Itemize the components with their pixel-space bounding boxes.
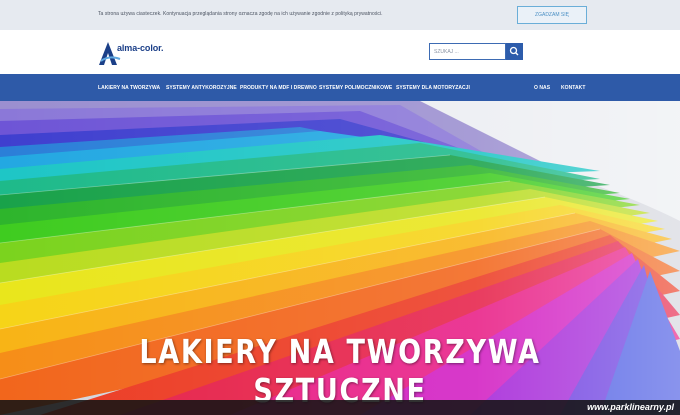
nav-item-produkty-na-mdf[interactable]: PRODUKTY NA MDF I DREWNO (240, 85, 317, 91)
nav-item-lakiery-na-tworzywa[interactable]: LAKIERY NA TWORZYWA (98, 85, 160, 91)
logo-text[interactable]: alma-color. (117, 43, 164, 53)
search-input[interactable] (429, 43, 506, 60)
polish-flag-icon[interactable] (537, 49, 547, 56)
nav-item-systemy-polimocznikowe[interactable]: SYSTEMY POLIMOCZNIKOWE (319, 85, 392, 91)
accept-cookies-button[interactable]: ZGADZAM SIĘ (517, 6, 587, 24)
cookie-notice-text: Ta strona używa ciasteczek. Kontynuacja … (98, 11, 383, 17)
search-icon (509, 46, 519, 56)
watermark-bar (0, 400, 680, 415)
search-button[interactable] (506, 43, 523, 60)
hero-title: LAKIERY NA TWORZYWA SZTUCZNE (139, 332, 541, 410)
nav-item-kontakt[interactable]: KONTAKT (561, 85, 585, 91)
nav-item-o-nas[interactable]: O NAS (534, 85, 550, 91)
nav-item-systemy-antykorozyjne[interactable]: SYSTEMY ANTYKOROZYJNE (166, 85, 237, 91)
watermark-text: www.parklinearny.pl (587, 402, 674, 412)
slovak-flag-icon[interactable] (552, 49, 562, 56)
nav-item-systemy-dla-motoryzacji[interactable]: SYSTEMY DLA MOTORYZACJI (396, 85, 470, 91)
